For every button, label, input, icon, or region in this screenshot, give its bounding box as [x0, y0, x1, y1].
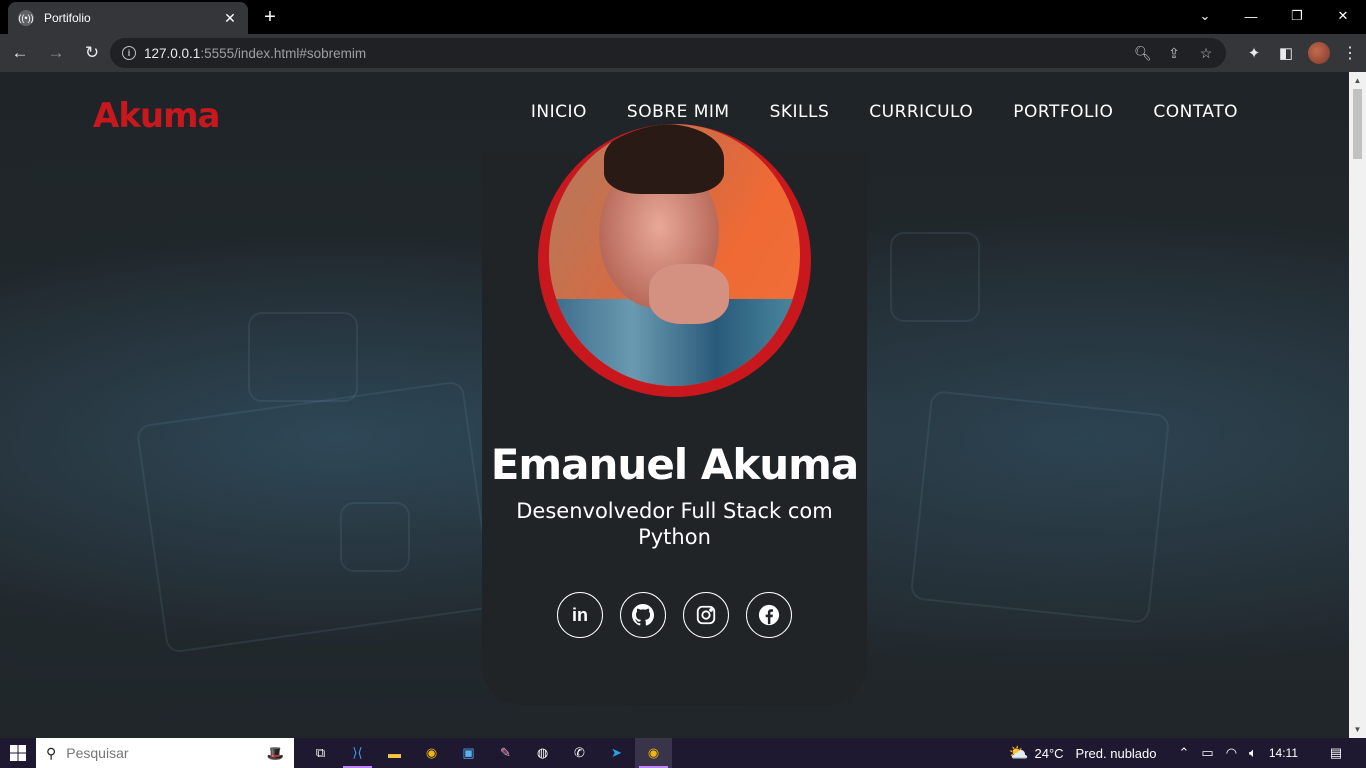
url-host: 127.0.0.1 [144, 45, 201, 61]
photo-hair [604, 124, 724, 194]
browser-toolbar: ← → ↻ i 127.0.0.1:5555/index.html#sobrem… [0, 34, 1366, 72]
nav-portfolio[interactable]: PORTFOLIO [1013, 102, 1113, 122]
reload-icon[interactable]: ↻ [76, 37, 108, 69]
weather-cloud-icon[interactable]: ⛅ [1009, 743, 1029, 763]
profile-photo-ring [538, 124, 811, 397]
nav-skills[interactable]: SKILLS [770, 102, 830, 122]
chrome-active-icon[interactable]: ◉ [635, 738, 672, 768]
scroll-down-arrow-icon[interactable]: ▼ [1349, 721, 1366, 738]
temperature[interactable]: 24°C [1035, 746, 1064, 761]
profile-role: Desenvolvedor Full Stack com Python [516, 499, 833, 549]
window-controls: ⌄ — ❐ ✕ [1182, 0, 1366, 32]
nav-curriculo[interactable]: CURRICULO [869, 102, 973, 122]
tray-chevron-up-icon[interactable]: ⌃ [1179, 745, 1190, 761]
vscode-icon[interactable]: ⟩⟨ [339, 738, 376, 768]
tab-title: Portifolio [44, 11, 91, 25]
file-explorer-icon[interactable]: ▬ [376, 738, 413, 768]
nav-inicio[interactable]: INICIO [531, 102, 587, 122]
site-nav: INICIO SOBRE MIM SKILLS CURRICULO PORTFO… [531, 102, 1238, 122]
instagram-icon[interactable] [683, 592, 729, 638]
paint-icon[interactable]: ✎ [487, 738, 524, 768]
zoom-icon[interactable]: 🔍︎ [1134, 45, 1152, 62]
profile-avatar[interactable] [1308, 42, 1330, 64]
remote-desktop-icon[interactable]: ▣ [450, 738, 487, 768]
scroll-thumb[interactable] [1353, 89, 1362, 159]
nav-sobre-mim[interactable]: SOBRE MIM [627, 102, 730, 122]
task-view-icon[interactable]: ⧉ [302, 738, 339, 768]
profile-photo [549, 124, 800, 386]
profile-name: Emanuel Akuma [490, 440, 860, 489]
wifi-icon[interactable]: ◠ [1226, 745, 1237, 761]
whatsapp-icon[interactable]: ✆ [561, 738, 598, 768]
bg-screen-decoration [909, 390, 1171, 624]
bg-tablet-decoration [135, 380, 495, 654]
nav-contato[interactable]: CONTATO [1153, 102, 1238, 122]
weather-text[interactable]: Pred. nublado [1076, 746, 1157, 761]
windows-taskbar: ⚲ 🎩 ⧉ ⟩⟨ ▬ ◉ ▣ ✎ ◍ ✆ ➤ ◉ ⛅ 24°C Pred. nu… [0, 738, 1366, 768]
kebab-menu-icon[interactable]: ⋮ [1342, 43, 1358, 63]
url-path: :5555/index.html#sobremim [200, 45, 367, 61]
notification-icon[interactable]: ▤ [1318, 745, 1354, 761]
window-close-icon[interactable]: ✕ [1320, 0, 1366, 32]
bg-user-icon-decoration [340, 502, 410, 572]
new-tab-plus-icon[interactable]: + [260, 6, 280, 29]
search-icon: ⚲ [46, 744, 57, 761]
address-bar[interactable]: i 127.0.0.1:5555/index.html#sobremim 🔍︎ … [110, 38, 1226, 68]
extensions-puzzle-icon[interactable]: ✦ [1244, 44, 1264, 62]
photo-hand [649, 264, 729, 324]
github-desktop-icon[interactable]: ◍ [524, 738, 561, 768]
minimize-icon[interactable]: — [1228, 0, 1274, 32]
social-links: in [557, 592, 792, 638]
browser-tab-bar: ((•)) Portifolio ✕ + ⌄ — ❐ ✕ [0, 0, 1366, 34]
chrome-icon[interactable]: ◉ [413, 738, 450, 768]
bookmark-star-icon[interactable]: ☆ [1198, 45, 1214, 62]
windows-start-icon[interactable] [0, 738, 36, 768]
radio-favicon-icon: ((•)) [18, 10, 34, 26]
clock[interactable]: 14:11 [1269, 746, 1298, 760]
scroll-up-arrow-icon[interactable]: ▲ [1349, 72, 1366, 89]
search-highlight-decoration-icon: 🎩 [266, 744, 284, 761]
system-tray: ⛅ 24°C Pred. nublado ⌃ ▭ ◠ 🔈︎ 14:11 ▤ [1009, 738, 1366, 768]
restore-icon[interactable]: ❐ [1274, 0, 1320, 32]
taskbar-apps: ⧉ ⟩⟨ ▬ ◉ ▣ ✎ ◍ ✆ ➤ ◉ [302, 738, 672, 768]
site-logo[interactable]: Akuma [93, 96, 221, 136]
bg-home-icon-decoration [890, 232, 980, 322]
taskbar-search-input[interactable] [66, 745, 227, 761]
bg-chat-bubble-decoration [248, 312, 358, 402]
share-icon[interactable]: ⇪ [1166, 45, 1182, 62]
back-arrow-icon[interactable]: ← [4, 37, 36, 69]
telegram-icon[interactable]: ➤ [598, 738, 635, 768]
linkedin-icon[interactable]: in [557, 592, 603, 638]
info-icon[interactable]: i [122, 46, 136, 60]
github-icon[interactable] [620, 592, 666, 638]
page-viewport: Akuma INICIO SOBRE MIM SKILLS CURRICULO … [0, 72, 1349, 738]
browser-tab[interactable]: ((•)) Portifolio ✕ [8, 2, 248, 34]
page-scrollbar[interactable]: ▲ ▼ [1349, 72, 1366, 738]
facebook-icon[interactable] [746, 592, 792, 638]
forward-arrow-icon[interactable]: → [40, 37, 72, 69]
url-text[interactable]: 127.0.0.1:5555/index.html#sobremim [144, 46, 1134, 61]
tab-search-chevron-icon[interactable]: ⌄ [1182, 0, 1228, 32]
taskbar-search-box[interactable]: ⚲ 🎩 [36, 738, 294, 768]
volume-icon[interactable]: 🔈︎ [1249, 745, 1257, 761]
close-icon[interactable]: ✕ [222, 10, 238, 27]
side-panel-icon[interactable]: ◧ [1276, 44, 1296, 62]
battery-icon[interactable]: ▭ [1201, 745, 1213, 761]
